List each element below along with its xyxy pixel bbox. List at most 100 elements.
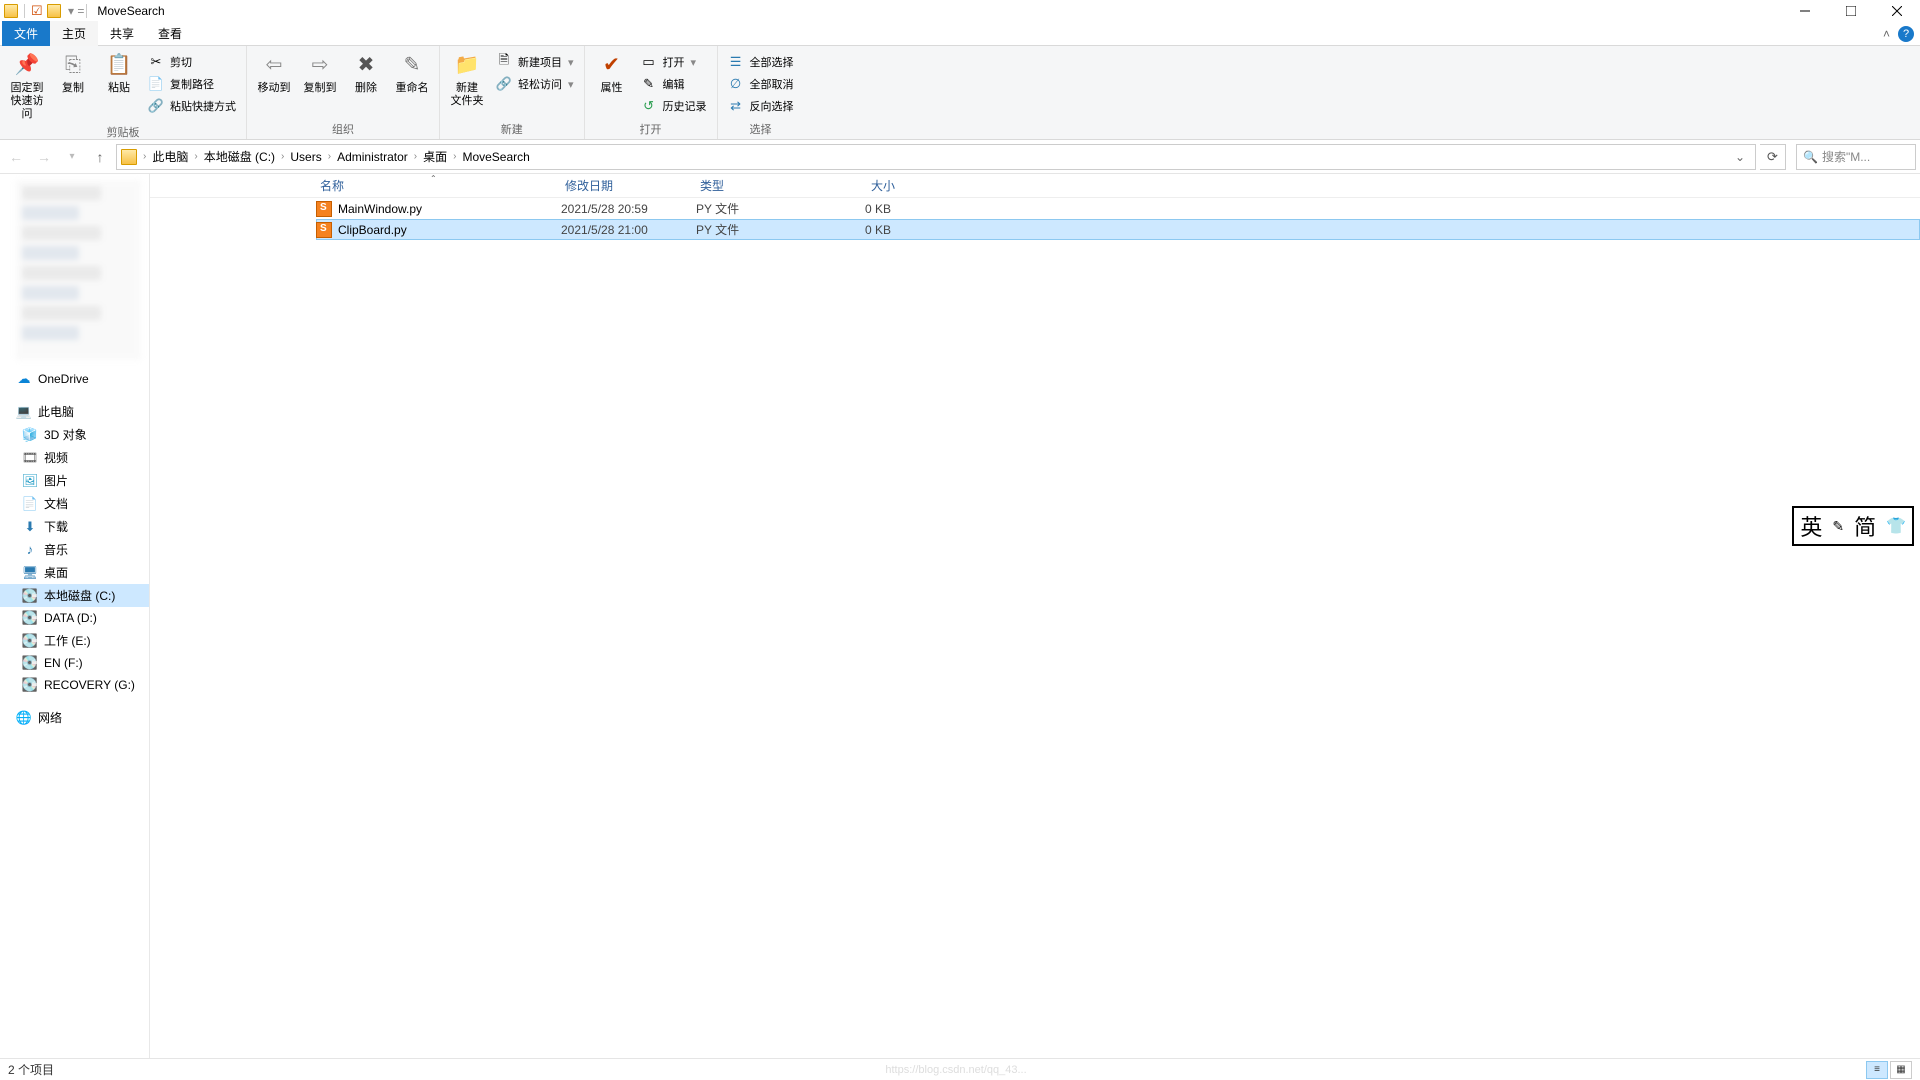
disk-icon: 💽 [22,610,38,626]
view-large-icons-button[interactable]: ▦ [1890,1061,1912,1079]
properties-button[interactable]: ✔属性 [591,50,633,95]
rename-button[interactable]: ✎重命名 [391,50,433,95]
address-bar[interactable]: › 此电脑› 本地磁盘 (C:)› Users› Administrator› … [116,144,1756,170]
column-size[interactable]: 大小 [815,177,895,194]
close-button[interactable] [1874,0,1920,22]
column-name[interactable]: 名称⌃ [320,177,565,194]
delete-button[interactable]: ✖删除 [345,50,387,95]
file-type: PY 文件 [696,200,811,217]
qat-folder-icon[interactable] [4,4,18,18]
ribbon-group-organize: ⇦移动到 ⇨复制到 ✖删除 ✎重命名 组织 [247,46,440,139]
easy-access-button[interactable]: 🔗 轻松访问 ▾ [492,74,578,94]
help-icon[interactable]: ? [1898,26,1914,42]
organize-group-label: 组织 [253,119,433,139]
crumb-users[interactable]: Users [286,150,325,164]
forward-button[interactable]: → [32,145,56,169]
minimize-button[interactable] [1782,0,1828,22]
view-details-button[interactable]: ≡ [1866,1061,1888,1079]
new-folder-button[interactable]: 📁新建 文件夹 [446,50,488,108]
copy-path-label: 复制路径 [170,76,214,92]
nav-3dobjects[interactable]: 🧊3D 对象 [0,423,149,446]
column-date[interactable]: 修改日期 [565,177,700,194]
tab-share[interactable]: 共享 [98,21,146,46]
nav-desktop[interactable]: 🖥桌面 [0,561,149,584]
nav-label: 3D 对象 [44,426,87,443]
cut-label: 剪切 [170,54,192,70]
crumb-thispc[interactable]: 此电脑 [148,148,192,165]
nav-videos[interactable]: 🎞视频 [0,446,149,469]
copy-path-button[interactable]: 📄复制路径 [144,74,240,94]
refresh-button[interactable]: ⟳ [1760,144,1786,170]
select-none-button[interactable]: ∅全部取消 [724,74,798,94]
qat-newfolder-icon[interactable] [47,4,61,18]
crumb-admin[interactable]: Administrator [333,150,412,164]
edit-button[interactable]: ✎编辑 [637,74,711,94]
paste-button[interactable]: 📋 粘贴 [98,50,140,95]
invert-selection-button[interactable]: ⇄反向选择 [724,96,798,116]
nav-gdrive[interactable]: 💽RECOVERY (G:) [0,674,149,696]
delete-label: 删除 [355,82,377,95]
nav-cdrive[interactable]: 💽本地磁盘 (C:) [0,584,149,607]
file-rows: MainWindow.py2021/5/28 20:59PY 文件0 KBCli… [150,198,1920,240]
tab-file[interactable]: 文件 [2,21,50,46]
new-item-icon: 🗎 [496,54,512,70]
easy-access-icon: 🔗 [496,76,512,92]
nav-thispc[interactable]: 💻此电脑 [0,400,149,423]
cut-button[interactable]: ✂剪切 [144,52,240,72]
nav-label: 下载 [44,518,68,535]
ribbon-group-clipboard: 📌 固定到 快速访问 ⎘ 复制 📋 粘贴 ✂剪切 📄复制路径 🔗粘贴快捷方式 剪 [0,46,247,139]
copy-to-button[interactable]: ⇨复制到 [299,50,341,95]
nav-label: DATA (D:) [44,611,97,625]
back-button[interactable]: ← [4,145,28,169]
nav-label: EN (F:) [44,656,83,670]
quick-access-group [16,180,141,360]
pictures-icon: 🖼 [22,473,38,489]
history-button[interactable]: ↺历史记录 [637,96,711,116]
tab-view[interactable]: 查看 [146,21,194,46]
nav-edrive[interactable]: 💽工作 (E:) [0,629,149,652]
nav-documents[interactable]: 📄文档 [0,492,149,515]
search-box[interactable]: 🔍 搜索"M... [1796,144,1916,170]
nav-pictures[interactable]: 🖼图片 [0,469,149,492]
select-group-label: 选择 [724,119,798,139]
nav-fdrive[interactable]: 💽EN (F:) [0,652,149,674]
new-folder-icon: 📁 [454,52,480,78]
crumb-cdrive[interactable]: 本地磁盘 (C:) [200,148,279,165]
chevron-right-icon: › [141,151,148,162]
ribbon-collapse-icon[interactable]: ˄ [1883,27,1890,41]
nav-music[interactable]: ♪音乐 [0,538,149,561]
nav-label: 音乐 [44,541,68,558]
file-row[interactable]: ClipBoard.py2021/5/28 21:00PY 文件0 KB [316,219,1920,240]
qat-properties-icon[interactable]: ☑ [31,3,43,19]
nav-ddrive[interactable]: 💽 DATA (D:) [0,607,149,629]
address-history-dropdown[interactable]: ⌄ [1729,150,1751,164]
file-row[interactable]: MainWindow.py2021/5/28 20:59PY 文件0 KB [316,198,1920,219]
chevron-down-icon: ▾ [568,78,574,91]
search-icon: 🔍 [1803,150,1818,164]
pin-to-quick-access-button[interactable]: 📌 固定到 快速访问 [6,50,48,122]
select-all-button[interactable]: ☰全部选择 [724,52,798,72]
paste-shortcut-button[interactable]: 🔗粘贴快捷方式 [144,96,240,116]
nav-network[interactable]: 🌐网络 [0,706,149,729]
ime-indicator[interactable]: 英 ✎ 简 👕 [1792,506,1914,546]
qat-customize-icon[interactable]: ▾ = [65,4,85,18]
tab-home[interactable]: 主页 [50,21,98,46]
open-button[interactable]: ▭打开▾ [637,52,711,72]
crumb-current[interactable]: MoveSearch [458,150,533,164]
up-button[interactable]: ↑ [88,145,112,169]
copy-icon: ⎘ [60,52,86,78]
nav-downloads[interactable]: ⬇下载 [0,515,149,538]
column-type[interactable]: 类型 [700,177,815,194]
nav-onedrive[interactable]: ☁OneDrive [0,368,149,390]
file-size: 0 KB [811,223,891,237]
easy-access-label: 轻松访问 [518,76,562,92]
new-item-button[interactable]: 🗎新建项目▾ [492,52,578,72]
maximize-button[interactable] [1828,0,1874,22]
crumb-desktop[interactable]: 桌面 [419,148,451,165]
file-date: 2021/5/28 20:59 [561,202,696,216]
move-to-label: 移动到 [258,82,291,95]
navigation-pane[interactable]: ☁OneDrive 💻此电脑 🧊3D 对象 🎞视频 🖼图片 📄文档 ⬇下载 ♪音… [0,174,150,1058]
move-to-button[interactable]: ⇦移动到 [253,50,295,95]
recent-locations-button[interactable]: ▾ [60,145,84,169]
copy-button[interactable]: ⎘ 复制 [52,50,94,95]
